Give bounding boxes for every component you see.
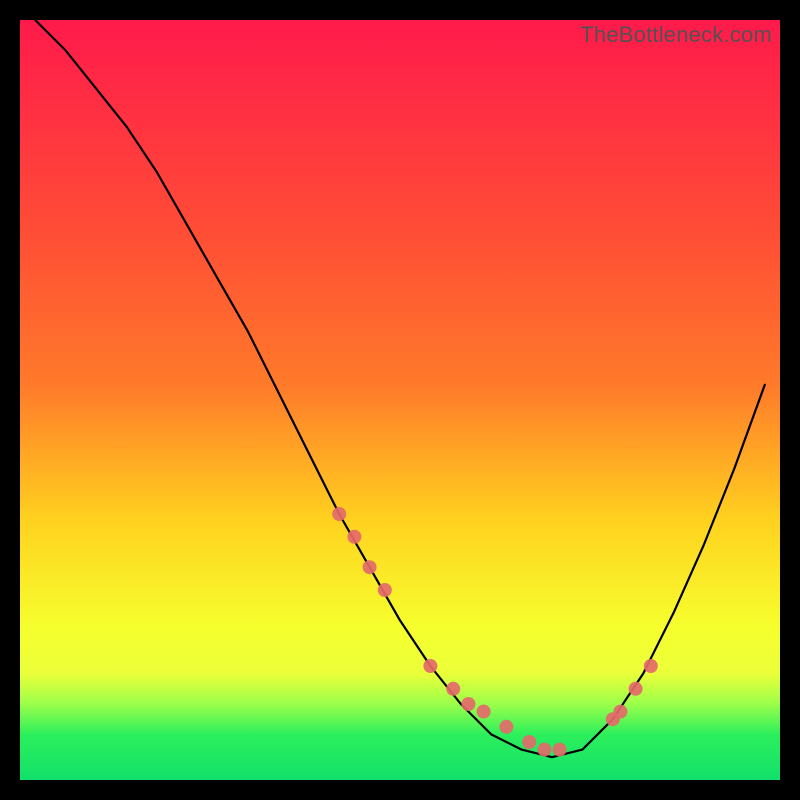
marker-dot [332,507,346,521]
chart-svg [20,20,780,780]
marker-dot [644,659,658,673]
marker-dot [499,720,513,734]
marker-dot [461,697,475,711]
marker-dot [629,682,643,696]
marker-dot [537,743,551,757]
plot-area [20,20,780,780]
chart-frame: TheBottleneck.com [20,20,780,780]
marker-dot [446,682,460,696]
gradient-bg [20,20,780,780]
marker-dot [378,583,392,597]
marker-dot [553,743,567,757]
marker-dot [477,705,491,719]
marker-dot [363,560,377,574]
watermark-text: TheBottleneck.com [580,22,772,48]
marker-dot [613,705,627,719]
marker-dot [522,735,536,749]
marker-dot [423,659,437,673]
marker-dot [347,530,361,544]
